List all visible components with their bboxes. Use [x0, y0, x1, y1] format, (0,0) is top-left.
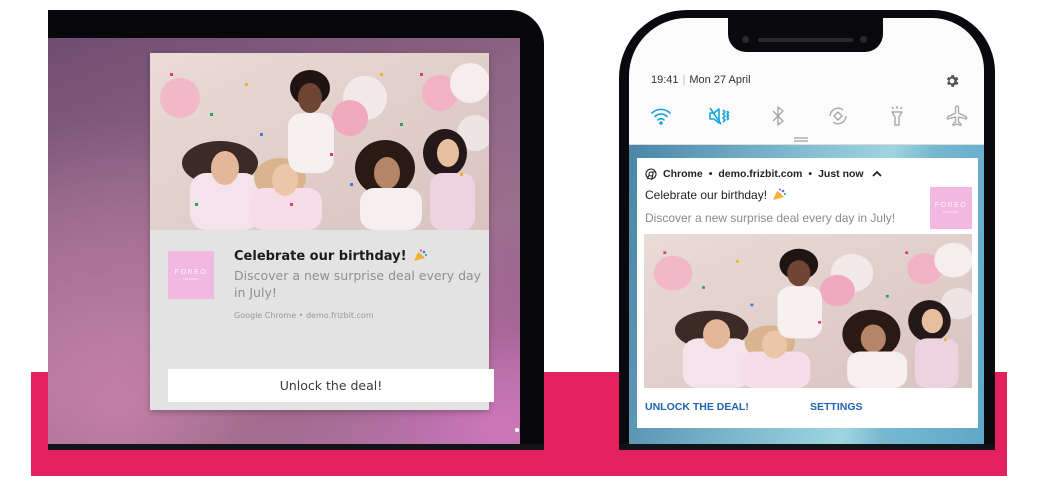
desktop-notification[interactable]: FOREO SWEDEN Celebrate our birthday! Dis… [150, 53, 494, 410]
status-bar: 19:41 | Mon 27 April [651, 74, 751, 86]
vibrate-mute-icon[interactable] [707, 104, 731, 128]
phone-screen: 19:41 | Mon 27 April Chrome • demo.frizb… [629, 18, 984, 444]
notification-hero-image [644, 234, 972, 388]
rotate-icon[interactable] [826, 104, 850, 128]
notification-header: Chrome • demo.frizbit.com • Just now [645, 168, 882, 180]
header-separator: • [808, 168, 813, 180]
chrome-icon [645, 168, 657, 180]
front-camera [742, 36, 749, 43]
notification-domain: demo.frizbit.com [718, 168, 803, 180]
header-separator: • [708, 168, 713, 180]
notification-title: Celebrate our birthday! [234, 249, 428, 264]
quick-settings-row [649, 104, 969, 128]
notification-time: Just now [818, 168, 864, 180]
wifi-icon[interactable] [649, 104, 673, 128]
notification-title-text: Celebrate our birthday! [234, 249, 407, 264]
earpiece-speaker [758, 38, 853, 42]
laptop-bezel-bottom [48, 444, 544, 450]
gear-icon[interactable] [944, 73, 960, 89]
brand-logo-subtext: SWEDEN [942, 210, 960, 214]
drawer-handle[interactable] [794, 137, 808, 139]
notification-body: Discover a new surprise deal every day i… [645, 211, 896, 225]
collapse-chevron-icon[interactable] [871, 170, 882, 178]
settings-action[interactable]: SETTINGS [810, 401, 863, 413]
mobile-notification[interactable]: Chrome • demo.frizbit.com • Just now Cel… [637, 158, 978, 428]
brand-logo: FOREO SWEDEN [168, 251, 214, 299]
notification-source: Google Chrome • demo.frizbit.com [234, 311, 374, 320]
notification-title: Celebrate our birthday! [645, 188, 787, 202]
status-date: Mon 27 April [689, 74, 751, 86]
laptop-mockup: FOREO SWEDEN Celebrate our birthday! Dis… [48, 10, 544, 450]
brand-logo-text: FOREO [174, 269, 208, 276]
phone-notch [728, 18, 883, 52]
airplane-icon[interactable] [945, 104, 969, 128]
party-popper-icon [773, 188, 787, 200]
notification-title-text: Celebrate our birthday! [645, 188, 768, 202]
party-popper-icon [414, 249, 428, 261]
status-separator: | [682, 74, 686, 86]
proximity-sensor [860, 36, 867, 43]
brand-logo-subtext: SWEDEN [182, 277, 200, 281]
bluetooth-icon[interactable] [766, 104, 790, 128]
notification-app-name: Chrome [663, 168, 703, 180]
unlock-deal-action[interactable]: UNLOCK THE DEAL! [645, 401, 749, 413]
phone-bezel-bottom [619, 444, 995, 450]
screen-sparkle [515, 428, 519, 432]
brand-logo: FOREO SWEDEN [930, 187, 972, 229]
notification-body: Discover a new surprise deal every day i… [234, 268, 482, 300]
unlock-deal-button[interactable]: Unlock the deal! [168, 369, 494, 402]
flashlight-icon[interactable] [885, 104, 909, 128]
phone-mockup: 19:41 | Mon 27 April Chrome • demo.frizb… [619, 10, 995, 450]
brand-logo-text: FOREO [934, 202, 968, 209]
notification-hero-image [150, 53, 489, 230]
status-time: 19:41 [651, 74, 679, 86]
